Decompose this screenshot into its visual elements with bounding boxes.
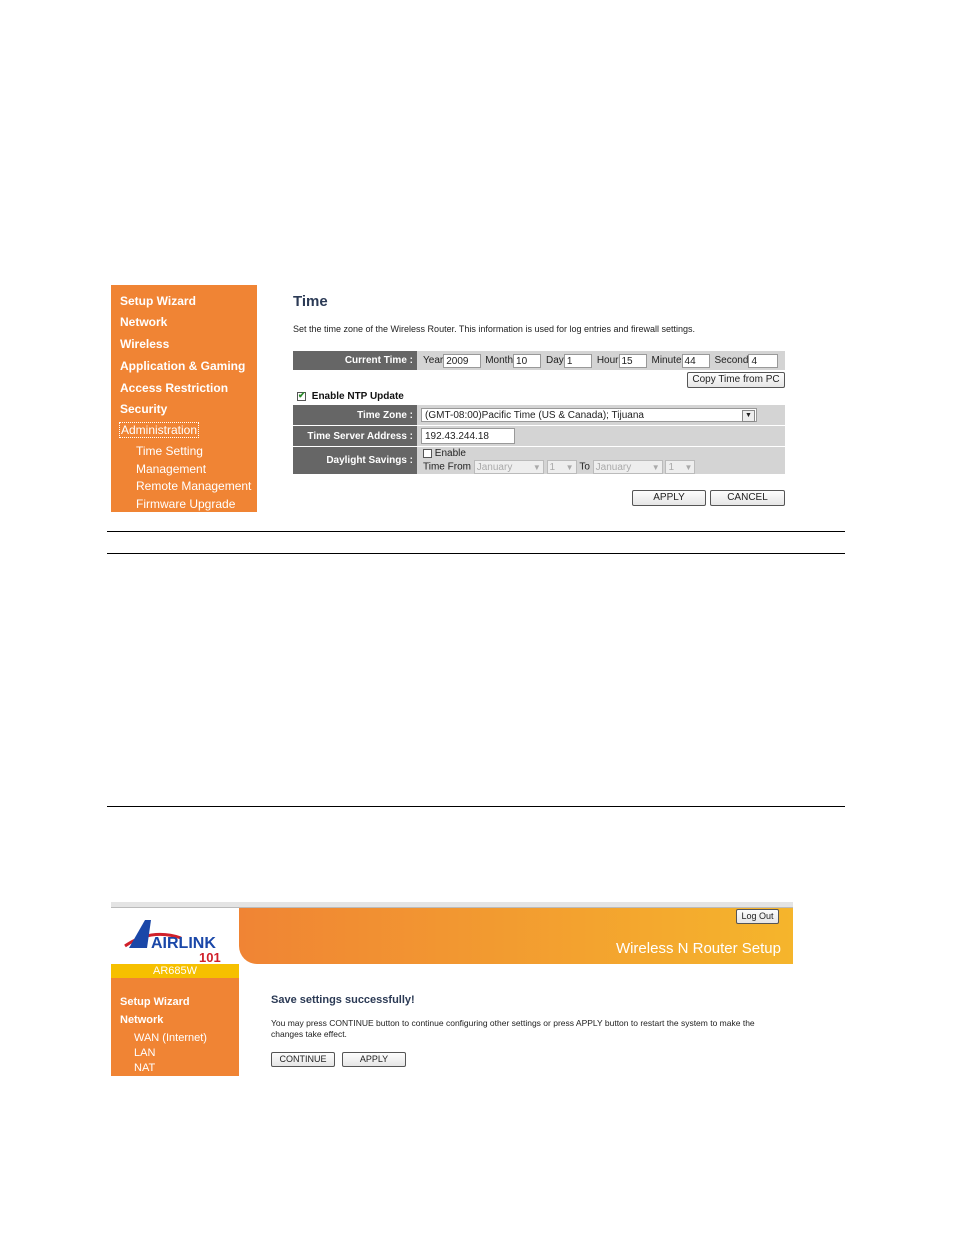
daylight-savings-label: Daylight Savings :: [293, 447, 417, 474]
admin-sidebar: Setup Wizard Network Wireless Applicatio…: [111, 285, 257, 512]
ntp-update-row: Enable NTP Update: [297, 390, 404, 402]
second-label: Second: [714, 355, 749, 366]
chevron-down-icon: ▼: [651, 463, 660, 472]
sidebar-subitem-nat[interactable]: NAT: [134, 1062, 155, 1074]
sidebar-subitem-lan[interactable]: LAN: [134, 1047, 155, 1059]
setup-sidebar: Setup Wizard Network WAN (Internet) LAN …: [111, 978, 239, 1076]
second-input[interactable]: 4: [748, 353, 779, 368]
time-zone-value: (GMT-08:00)Pacific Time (US & Canada); T…: [425, 410, 644, 421]
month-label: Month: [485, 355, 514, 366]
daylight-enable-checkbox[interactable]: [423, 448, 432, 458]
year-label: Year: [423, 355, 444, 366]
ntp-update-checkbox[interactable]: [297, 390, 306, 401]
page-title: Time: [293, 293, 328, 310]
day-input[interactable]: 1: [563, 353, 592, 368]
airlink-logo: AIRLINK 101: [111, 908, 239, 965]
header-title: Wireless N Router Setup: [615, 940, 781, 957]
sidebar-item-administration[interactable]: Administration: [118, 422, 200, 438]
sidebar-item-application-gaming[interactable]: Application & Gaming: [120, 359, 245, 373]
sidebar-item-wireless[interactable]: Wireless: [120, 337, 169, 351]
ntp-update-label: Enable NTP Update: [311, 391, 404, 402]
sidebar-subitem-remote-management[interactable]: Remote Management: [136, 479, 251, 493]
time-server-input[interactable]: 192.43.244.18: [421, 428, 515, 444]
minute-input[interactable]: 44: [681, 353, 710, 368]
chevron-down-icon: ▼: [684, 463, 693, 472]
time-zone-label: Time Zone :: [293, 405, 417, 425]
from-month-select[interactable]: January ▼: [473, 460, 544, 474]
success-heading: Save settings successfully!: [271, 994, 415, 1006]
success-message: You may press CONTINUE button to continu…: [271, 1018, 755, 1039]
airlink-logo-icon: AIRLINK 101: [124, 920, 221, 965]
current-time-row: Current Time : Year 2009 Month 10 Day 1 …: [293, 351, 785, 371]
time-zone-row: Time Zone : (GMT-08:00)Pacific Time (US …: [293, 405, 785, 426]
minute-label: Minute: [651, 355, 682, 366]
to-day-select[interactable]: 1 ▼: [665, 460, 696, 474]
daylight-enable-label: Enable: [434, 448, 466, 459]
sidebar-subitem-time-setting[interactable]: Time Setting: [136, 444, 203, 458]
sidebar-subitem-wan[interactable]: WAN (Internet): [134, 1032, 207, 1044]
page-description: Set the time zone of the Wireless Router…: [293, 324, 696, 334]
router-setup-screenshot: AIRLINK 101 Log Out Wireless N Router Se…: [111, 902, 793, 1076]
sidebar-item-setup-wizard[interactable]: Setup Wizard: [120, 294, 196, 308]
daylight-savings-row: Daylight Savings : Enable Time From Janu…: [293, 447, 785, 475]
hour-label: Hour: [596, 355, 619, 366]
header-banner: Log Out Wireless N Router Setup: [239, 908, 793, 964]
chevron-down-icon: ▼: [532, 463, 541, 472]
time-server-label: Time Server Address :: [293, 426, 417, 446]
year-input[interactable]: 2009: [443, 353, 482, 368]
from-day-select[interactable]: 1 ▼: [546, 460, 577, 474]
sidebar-item-network[interactable]: Network: [120, 1014, 163, 1026]
cancel-button[interactable]: CANCEL: [710, 490, 785, 506]
sidebar-subitem-management[interactable]: Management: [136, 462, 206, 476]
to-month-select[interactable]: January ▼: [592, 460, 663, 474]
divider-line: [107, 531, 845, 532]
sidebar-subitem-firmware-upgrade[interactable]: Firmware Upgrade: [136, 497, 235, 511]
to-label: To: [579, 461, 590, 473]
to-month-value: January: [595, 462, 632, 473]
copy-time-from-pc-button[interactable]: Copy Time from PC: [687, 372, 785, 388]
apply-restart-button[interactable]: APPLY: [342, 1052, 406, 1067]
sidebar-item-setup-wizard[interactable]: Setup Wizard: [120, 996, 190, 1008]
to-day-value: 1: [668, 462, 674, 473]
month-input[interactable]: 10: [513, 353, 542, 368]
hour-input[interactable]: 15: [618, 353, 647, 368]
logo-number: 101: [199, 950, 221, 964]
chevron-down-icon: ▼: [565, 463, 574, 472]
time-zone-select[interactable]: (GMT-08:00)Pacific Time (US & Canada); T…: [421, 408, 757, 422]
apply-button[interactable]: APPLY: [632, 490, 706, 506]
divider-line: [107, 553, 845, 554]
model-label: AR685W: [111, 964, 239, 978]
divider-line: [107, 806, 845, 807]
time-server-row: Time Server Address : 192.43.244.18: [293, 426, 785, 447]
from-day-value: 1: [549, 462, 556, 473]
from-month-value: January: [476, 462, 513, 473]
sidebar-item-network[interactable]: Network: [120, 315, 167, 329]
current-time-label: Current Time :: [293, 351, 417, 370]
logout-button[interactable]: Log Out: [736, 909, 779, 924]
time-settings-panel: Time Set the time zone of the Wireless R…: [285, 285, 795, 515]
time-from-label: Time From: [423, 461, 471, 473]
sidebar-item-access-restriction[interactable]: Access Restriction: [120, 381, 228, 395]
day-label: Day: [546, 355, 564, 366]
chevron-down-icon[interactable]: ▼: [742, 410, 755, 422]
sidebar-item-security[interactable]: Security: [120, 402, 167, 416]
continue-button[interactable]: CONTINUE: [271, 1052, 335, 1067]
